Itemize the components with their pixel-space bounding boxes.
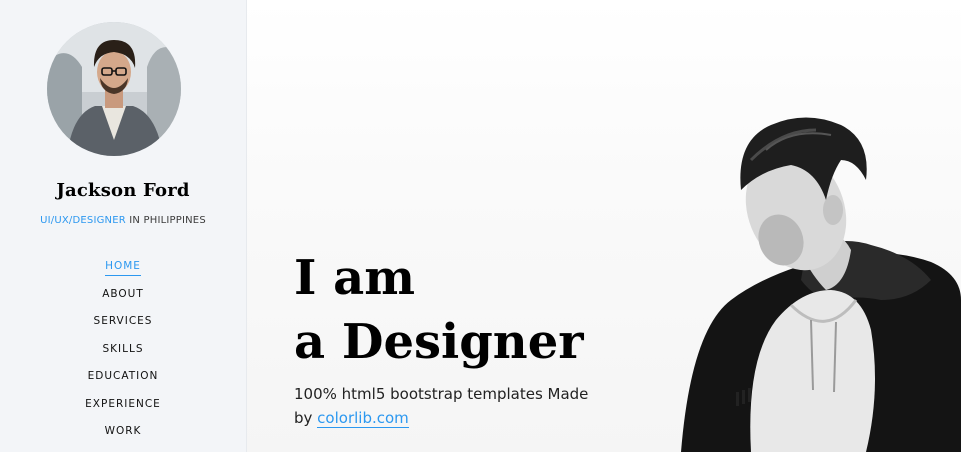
nav-link-home[interactable]: HOME — [105, 260, 141, 276]
hero-text: I am a Designer 100% html5 bootstrap tem… — [294, 246, 594, 430]
nav-link-work[interactable]: WORK — [105, 425, 142, 440]
nav-item-skills: SKILLS — [0, 333, 246, 361]
position-location: IN PHILIPPINES — [125, 215, 206, 226]
hero-heading-line1: I am — [294, 250, 416, 306]
nav-link-about[interactable]: ABOUT — [102, 288, 144, 303]
nav-link-services[interactable]: SERVICES — [94, 315, 153, 330]
hero-heading-line2: a Designer — [294, 314, 584, 370]
page: Jackson Ford UI/UX/DESIGNER IN PHILIPPIN… — [0, 0, 961, 452]
nav-link-education[interactable]: EDUCATION — [88, 370, 159, 385]
hero-subtext: 100% html5 bootstrap templates Made by c… — [294, 382, 594, 430]
nav-link-experience[interactable]: EXPERIENCE — [85, 398, 161, 413]
main-nav: HOME ABOUT SERVICES SKILLS EDUCATION EXP… — [0, 250, 246, 443]
author-name: Jackson Ford — [56, 180, 190, 201]
avatar — [47, 22, 181, 156]
nav-item-services: SERVICES — [0, 305, 246, 333]
nav-item-about: ABOUT — [0, 278, 246, 306]
avatar-photo — [47, 22, 181, 156]
nav-item-education: EDUCATION — [0, 360, 246, 388]
position-role-link[interactable]: UI/UX/DESIGNER — [40, 215, 126, 226]
colorlib-link[interactable]: colorlib.com — [317, 409, 409, 428]
hero-photo — [681, 117, 961, 452]
nav-item-home: HOME — [0, 250, 246, 278]
hero-section: I am a Designer 100% html5 bootstrap tem… — [247, 0, 961, 452]
author-position: UI/UX/DESIGNER IN PHILIPPINES — [0, 215, 246, 226]
nav-item-experience: EXPERIENCE — [0, 388, 246, 416]
nav-link-skills[interactable]: SKILLS — [102, 343, 143, 358]
nav-item-work: WORK — [0, 415, 246, 443]
sidebar: Jackson Ford UI/UX/DESIGNER IN PHILIPPIN… — [0, 0, 247, 452]
